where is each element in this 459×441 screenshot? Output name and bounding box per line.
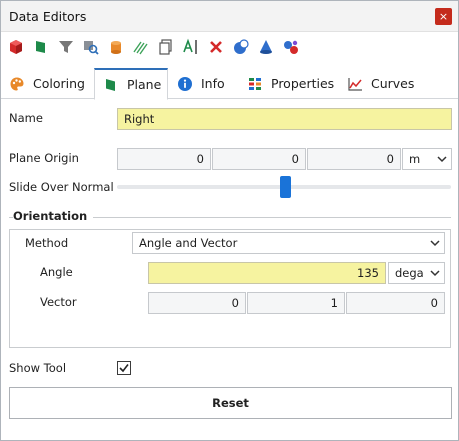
tab-bar: Coloring Plane Info Properties Curves: [1, 68, 458, 100]
delete-icon[interactable]: [207, 38, 225, 56]
tab-label: Plane: [127, 77, 162, 92]
tab-properties[interactable]: Properties: [239, 68, 337, 99]
red-cube-icon[interactable]: [7, 38, 25, 56]
plane-icon: [106, 78, 115, 91]
close-button[interactable]: ×: [435, 8, 452, 25]
tab-info[interactable]: Info: [169, 68, 241, 99]
angle-label: Angle: [40, 265, 73, 279]
lines-icon[interactable]: [132, 38, 150, 56]
angle-unit-select[interactable]: dega: [388, 262, 445, 284]
curves-icon: [348, 77, 362, 91]
origin-y-input[interactable]: 0: [212, 148, 306, 170]
chevron-down-icon: [430, 270, 440, 277]
checkmark-icon: [119, 364, 129, 373]
tab-coloring[interactable]: Coloring: [1, 68, 95, 99]
chevron-down-icon: [437, 156, 447, 163]
properties-icon: [249, 77, 261, 90]
title-bar: Data Editors ×: [1, 1, 458, 32]
tab-divider: [1, 98, 458, 99]
method-value: Angle and Vector: [139, 236, 238, 250]
method-label: Method: [25, 236, 69, 250]
name-label: Name: [9, 111, 43, 125]
palette-icon: [10, 77, 24, 90]
vector-y-input[interactable]: 1: [247, 292, 345, 314]
slider-thumb[interactable]: [280, 176, 292, 198]
tab-label: Properties: [271, 76, 335, 91]
chevron-down-icon: [430, 240, 440, 247]
text-cursor-icon[interactable]: [182, 38, 200, 56]
cylinder-icon[interactable]: [107, 38, 125, 56]
filter-icon[interactable]: [57, 38, 75, 56]
data-editors-window: Data Editors × Coloring Plane Info Prope…: [0, 0, 459, 441]
slide-over-normal-label: Slide Over Normal: [9, 180, 114, 194]
angle-unit-value: dega: [395, 266, 424, 280]
cone-icon[interactable]: [257, 38, 275, 56]
origin-z-input[interactable]: 0: [307, 148, 401, 170]
green-plane-icon[interactable]: [32, 38, 50, 56]
vector-label: Vector: [40, 295, 77, 309]
copy-icon[interactable]: [157, 38, 175, 56]
search-data-icon[interactable]: [82, 38, 100, 56]
vector-z-input[interactable]: 0: [346, 292, 445, 314]
method-select[interactable]: Angle and Vector: [132, 232, 445, 254]
toolbar: [1, 32, 458, 64]
tab-label: Curves: [371, 76, 415, 91]
info-icon: [178, 76, 192, 91]
tab-plane[interactable]: Plane: [94, 68, 168, 100]
show-tool-label: Show Tool: [9, 361, 67, 375]
tab-label: Info: [201, 76, 225, 91]
plane-origin-label: Plane Origin: [9, 151, 79, 165]
molecule-icon[interactable]: [282, 38, 300, 56]
show-tool-checkbox[interactable]: [117, 361, 131, 375]
orientation-title: Orientation: [13, 209, 94, 223]
origin-unit-select[interactable]: m: [402, 148, 452, 170]
tab-curves[interactable]: Curves: [339, 68, 421, 99]
vector-x-input[interactable]: 0: [148, 292, 246, 314]
window-title: Data Editors: [9, 9, 87, 24]
probe-icon[interactable]: [232, 38, 250, 56]
origin-x-input[interactable]: 0: [117, 148, 211, 170]
angle-input[interactable]: 135: [148, 262, 386, 284]
name-input[interactable]: Right: [117, 108, 452, 130]
tab-label: Coloring: [33, 76, 85, 91]
origin-unit-value: m: [409, 152, 421, 166]
reset-button[interactable]: Reset: [9, 387, 452, 419]
